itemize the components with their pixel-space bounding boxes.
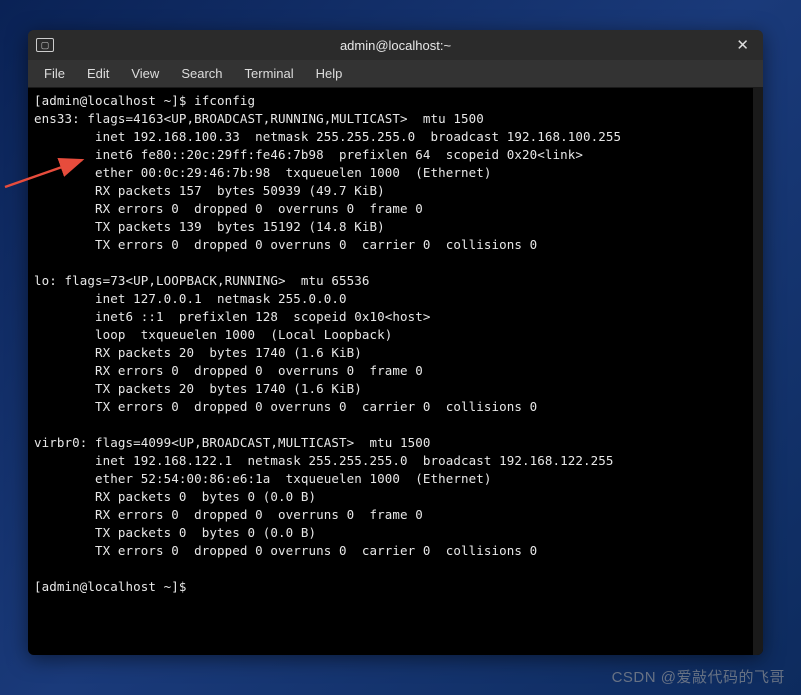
prompt1: [admin@localhost ~]$ — [34, 93, 194, 108]
menu-search[interactable]: Search — [171, 62, 232, 85]
menu-help[interactable]: Help — [306, 62, 353, 85]
close-button[interactable]: ✕ — [730, 34, 755, 56]
terminal-window: ▢ admin@localhost:~ ✕ File Edit View Sea… — [28, 30, 763, 655]
terminal-output: [admin@localhost ~]$ ifconfig ens33: fla… — [34, 92, 757, 596]
titlebar[interactable]: ▢ admin@localhost:~ ✕ — [28, 30, 763, 60]
menu-view[interactable]: View — [121, 62, 169, 85]
menu-edit[interactable]: Edit — [77, 62, 119, 85]
watermark: CSDN @爱敲代码的飞哥 — [612, 666, 785, 687]
command1: ifconfig — [194, 93, 255, 108]
scrollbar[interactable] — [753, 88, 763, 655]
menu-file[interactable]: File — [34, 62, 75, 85]
ifconfig-output: ens33: flags=4163<UP,BROADCAST,RUNNING,M… — [34, 111, 621, 558]
terminal-icon: ▢ — [36, 38, 54, 52]
menubar: File Edit View Search Terminal Help — [28, 60, 763, 88]
prompt2: [admin@localhost ~]$ — [34, 579, 194, 594]
terminal-body[interactable]: [admin@localhost ~]$ ifconfig ens33: fla… — [28, 88, 763, 655]
window-title: admin@localhost:~ — [28, 38, 763, 53]
menu-terminal[interactable]: Terminal — [235, 62, 304, 85]
